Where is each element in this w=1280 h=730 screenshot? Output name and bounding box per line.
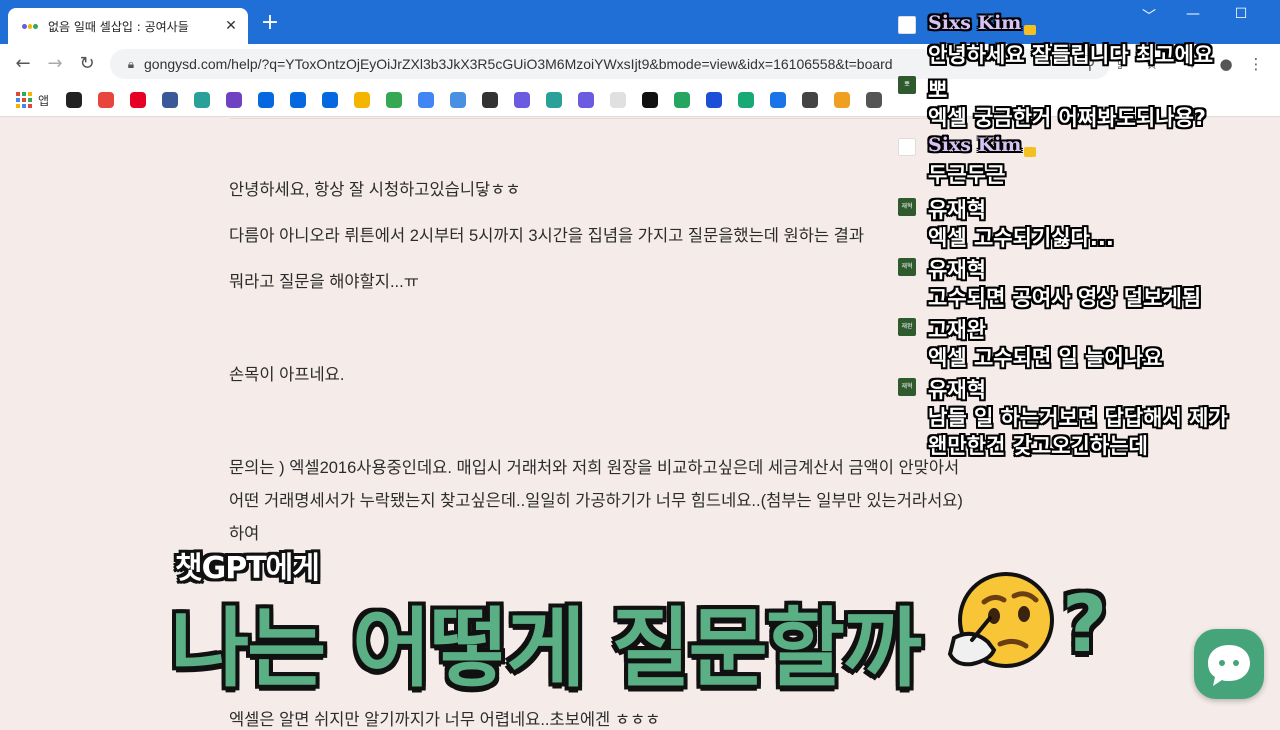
chat-text: 두근두근 <box>928 163 1006 187</box>
bookmark-favicon-icon[interactable] <box>706 92 722 108</box>
bookmark-favicon-icon[interactable] <box>418 92 434 108</box>
avatar <box>898 138 916 156</box>
chat-author: 고재완 <box>928 318 986 342</box>
tab-title: 없음 일때 셀삽입 : 공여사들 <box>48 19 189 34</box>
chat-text: 왠만한건 갖고오긴하는데 <box>928 434 1148 458</box>
bookmark-favicon-icon[interactable] <box>290 92 306 108</box>
chat-text: 안녕하세요 잘들립니다 최고에요 <box>928 43 1214 67</box>
avatar <box>898 16 916 34</box>
bookmark-favicon-icon[interactable] <box>834 92 850 108</box>
chat-text: 남들 일 하는거보면 답답해서 제가 <box>928 406 1228 430</box>
menu-icon[interactable]: ⋮ <box>1246 54 1266 74</box>
post-line: 문의는 ) 엑셀2016사용중인데요. 매입시 거래처와 저희 원장을 비교하고… <box>229 459 960 477</box>
chat-author: 유재혁 <box>928 378 986 402</box>
avatar: 뽀 <box>898 76 916 94</box>
chat-text: 엑셀 궁금한거 어쩌봐도되나용? <box>928 106 1206 130</box>
bookmark-favicon-icon[interactable] <box>450 92 466 108</box>
bookmark-favicon-icon[interactable] <box>226 92 242 108</box>
profile-icon[interactable]: ● <box>1216 54 1236 74</box>
bookmark-favicon-icon[interactable] <box>578 92 594 108</box>
bookmark-favicon-icon[interactable] <box>322 92 338 108</box>
bookmark-favicon-icon[interactable] <box>642 92 658 108</box>
avatar: 재혁 <box>898 198 916 216</box>
url-text[interactable]: gongysd.com/help/?q=YToxOntzOjEyOiJrZXl3… <box>144 56 893 72</box>
member-badge-icon <box>1024 147 1037 157</box>
bookmark-favicon-icon[interactable] <box>610 92 626 108</box>
member-badge-icon <box>1024 25 1037 35</box>
reload-icon[interactable]: ↻ <box>74 52 100 76</box>
chat-text: 엑셀 고수되기싫다... <box>928 226 1114 250</box>
tab-close-icon[interactable]: ✕ <box>220 18 242 34</box>
browser-tab[interactable]: 없음 일때 셀삽입 : 공여사들 ✕ <box>8 8 248 44</box>
bookmark-favicon-icon[interactable] <box>770 92 786 108</box>
post-line: 어떤 거래명세서가 누락됐는지 찾고싶은데..일일히 가공하기가 너무 힘드네요… <box>229 492 963 510</box>
maximize-button[interactable]: ☐ <box>1226 6 1256 22</box>
avatar: 재완 <box>898 318 916 336</box>
bookmark-favicon-icon[interactable] <box>194 92 210 108</box>
chat-support-button[interactable] <box>1194 629 1264 699</box>
bookmark-favicon-icon[interactable] <box>66 92 82 108</box>
bookmark-favicon-icon[interactable] <box>98 92 114 108</box>
avatar: 재혁 <box>898 258 916 276</box>
bookmark-favicon-icon[interactable] <box>162 92 178 108</box>
chat-text-continued: 뽀 <box>928 78 948 102</box>
bookmark-favicon-icon[interactable] <box>802 92 818 108</box>
avatar: 재혁 <box>898 378 916 396</box>
chat-text: 엑셀 고수되면 일 늘어나요 <box>928 346 1163 370</box>
tab-strip: 없음 일때 셀삽입 : 공여사들 ✕ + ﹀ — ☐ <box>0 0 1280 44</box>
apps-label[interactable]: 앱 <box>38 92 49 109</box>
lock-icon[interactable]: 🔒︎ <box>118 57 144 72</box>
chat-bubble-icon <box>1208 645 1250 686</box>
bookmark-favicon-icon[interactable] <box>546 92 562 108</box>
post-line: 안녕하세요, 항상 잘 시청하고있습니닿ㅎㅎ <box>229 181 521 199</box>
bookmark-favicon-icon[interactable] <box>674 92 690 108</box>
post-line: 엑셀은 알면 쉬지만 알기까지가 너무 어렵네요..초보에겐 ㅎㅎㅎ <box>229 711 661 729</box>
post-line: 하여 <box>229 525 260 543</box>
bookmark-favicon-icon[interactable] <box>514 92 530 108</box>
bookmark-favicon-icon[interactable] <box>258 92 274 108</box>
chat-author: 유재혁 <box>928 258 986 282</box>
bookmark-favicon-icon[interactable] <box>482 92 498 108</box>
forward-arrow-icon[interactable]: → <box>42 52 68 76</box>
bookmark-favicon-icon[interactable] <box>386 92 402 108</box>
chat-author: 유재혁 <box>928 198 986 222</box>
chat-author: Sixs Kim <box>928 134 1037 157</box>
bookmark-favicon-icon[interactable] <box>354 92 370 108</box>
minimize-chevron-icon[interactable]: ﹀ <box>1134 6 1164 26</box>
content-top-rule <box>230 118 1030 119</box>
bookmark-favicon-icon[interactable] <box>866 92 882 108</box>
caption-title: 나는 어떻게 질문할까 <box>170 599 922 699</box>
apps-grid-icon[interactable] <box>16 92 32 108</box>
post-line: 뭐라고 질문을 해야할지...ㅠ <box>229 273 419 291</box>
back-arrow-icon[interactable]: ← <box>10 52 36 76</box>
post-line: 손목이 아프네요. <box>229 366 345 384</box>
chat-text: 고수되면 공여사 영상 덜보게됨 <box>928 286 1202 310</box>
bookmark-favicon-icon[interactable] <box>130 92 146 108</box>
minimize-button[interactable]: — <box>1178 6 1208 22</box>
chat-author: Sixs Kim <box>928 12 1037 35</box>
caption-question-mark: ? <box>1062 580 1108 670</box>
tab-favicon-icon <box>22 21 39 31</box>
new-tab-button[interactable]: + <box>258 12 282 36</box>
thinking-face-icon <box>947 572 1054 668</box>
post-line: 다름아 아니오라 뤼튼에서 2시부터 5시까지 3시간을 집념을 가지고 질문을… <box>229 227 865 245</box>
bookmark-favicon-icon[interactable] <box>738 92 754 108</box>
